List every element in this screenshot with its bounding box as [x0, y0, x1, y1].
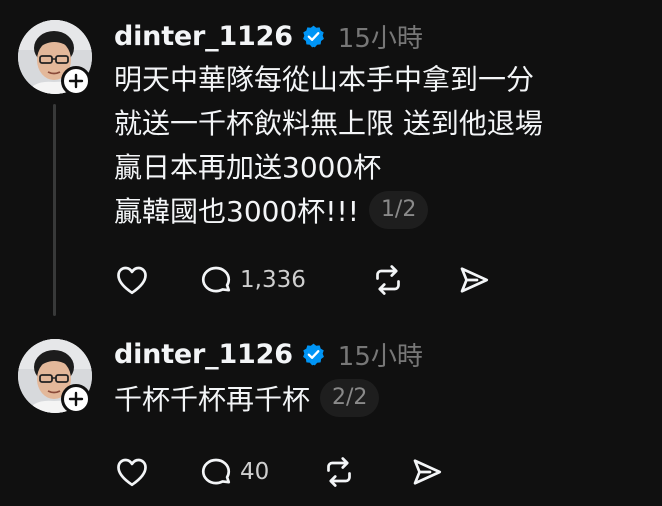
post-text: 千杯千杯再千杯 2/2: [114, 378, 380, 422]
plus-icon: [68, 73, 84, 89]
comment-icon: [201, 458, 231, 485]
post-header: dinter_1126 15小時: [114, 336, 423, 372]
post-timestamp: 15小時: [337, 23, 423, 54]
repost-icon: [327, 457, 352, 487]
username[interactable]: dinter_1126: [114, 21, 293, 52]
thread-counter-badge: 2/2: [320, 379, 380, 417]
post-header: dinter_1126 15小時: [114, 18, 423, 54]
comment-count: 40: [240, 459, 270, 485]
post-text-line: 贏日本再加送3000杯: [114, 151, 382, 184]
comment-button[interactable]: 1,336: [198, 260, 306, 300]
comment-count: 1,336: [240, 267, 306, 293]
thread-post: dinter_1126 15小時 明天中華隊每從山本手中拿到一分 就送一千杯飲料…: [0, 0, 662, 320]
post-text: 明天中華隊每從山本手中拿到一分 就送一千杯飲料無上限 送到他退場 贏日本再加送3…: [114, 58, 543, 234]
follow-button[interactable]: [61, 66, 91, 96]
action-bar: 1,336: [114, 260, 492, 300]
like-button[interactable]: [114, 260, 154, 300]
share-icon: [460, 267, 488, 293]
repost-button[interactable]: [370, 260, 406, 300]
heart-icon: [117, 458, 147, 487]
plus-icon: [68, 391, 84, 407]
comment-button[interactable]: 40: [198, 452, 269, 492]
heart-icon: [117, 266, 147, 295]
post-text-line: 就送一千杯飲料無上限 送到他退場: [114, 107, 543, 140]
repost-button[interactable]: [321, 452, 357, 492]
repost-icon: [376, 265, 400, 295]
post-text-line-content: 千杯千杯再千杯: [114, 383, 311, 416]
thread-post: dinter_1126 15小時 千杯千杯再千杯 2/2 40: [0, 320, 662, 506]
post-text-line: 千杯千杯再千杯 2/2: [114, 378, 380, 422]
share-icon: [413, 459, 442, 485]
post-timestamp: 15小時: [337, 341, 423, 372]
post-text-line: 贏韓國也3000杯!!! 1/2: [114, 190, 543, 234]
comment-icon: [201, 266, 231, 293]
share-button[interactable]: [409, 452, 445, 492]
post-text-line: 明天中華隊每從山本手中拿到一分: [114, 63, 535, 96]
post-text-line-content: 贏韓國也3000杯!!!: [114, 195, 359, 228]
follow-button[interactable]: [61, 384, 91, 414]
thread-counter-badge: 1/2: [368, 191, 429, 229]
verified-badge-icon: [301, 342, 326, 367]
action-bar: 40: [114, 452, 445, 492]
username[interactable]: dinter_1126: [114, 339, 293, 370]
verified-badge-icon: [301, 24, 326, 49]
like-button[interactable]: [114, 452, 154, 492]
share-button[interactable]: [456, 260, 492, 300]
thread-connector-line: [53, 104, 56, 316]
